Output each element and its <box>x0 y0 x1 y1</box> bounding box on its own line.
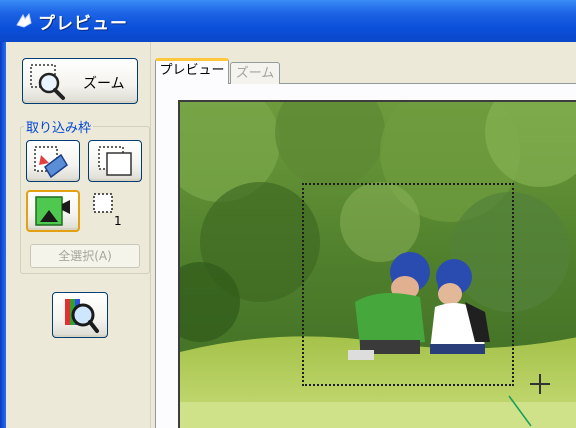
tab-preview[interactable]: プレビュー <box>155 58 229 84</box>
tab-zoom[interactable]: ズーム <box>230 62 280 84</box>
zoom-button-label: ズーム <box>83 76 125 92</box>
auto-detect-frame-button[interactable] <box>26 140 80 182</box>
zoom-button[interactable]: ズーム <box>22 58 138 104</box>
copy-frame-button[interactable] <box>88 140 142 182</box>
copy-frame-icon <box>98 146 132 176</box>
frame-count-icon <box>93 193 113 213</box>
window-title: プレビュー <box>38 13 128 34</box>
select-all-button[interactable]: 全選択(A) <box>30 244 140 268</box>
auto-detect-icon <box>34 146 68 179</box>
image-adjust-button[interactable] <box>52 292 108 338</box>
capture-frame-group-label: 取り込み枠 <box>24 117 94 136</box>
app-icon <box>16 12 32 28</box>
frame-count: 1 <box>114 214 122 228</box>
crosshair-icon <box>530 374 550 394</box>
zoom-magnifier-icon <box>30 64 65 100</box>
target-type-button[interactable] <box>26 190 80 232</box>
image-adjust-icon <box>65 299 99 333</box>
title-bar: プレビュー <box>0 0 576 42</box>
callout-pointer <box>508 395 532 427</box>
capture-frame-marquee[interactable] <box>302 183 514 386</box>
target-type-icon <box>35 196 70 226</box>
